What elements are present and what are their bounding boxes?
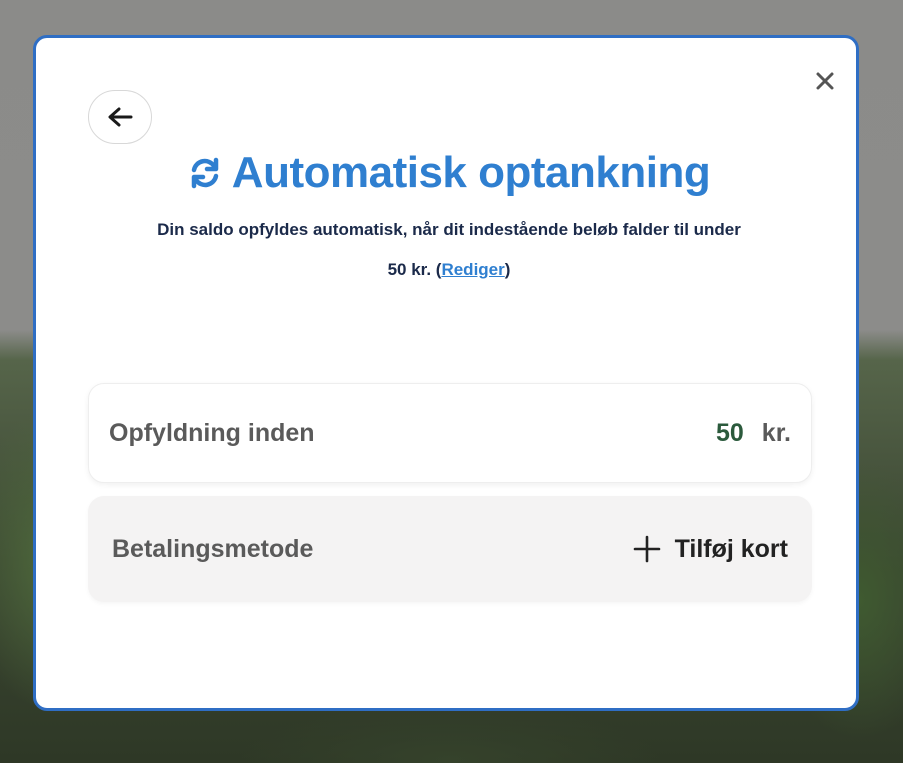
- threshold-card: Opfyldning inden 50 kr.: [88, 383, 812, 483]
- refresh-icon: [191, 157, 219, 189]
- payment-method-card: Betalingsmetode Tilføj kort: [88, 496, 812, 602]
- description-text: Din saldo opfyldes automatisk, når dit i…: [157, 220, 741, 239]
- close-icon: [816, 72, 834, 90]
- back-button[interactable]: [88, 90, 152, 144]
- threshold-value-input[interactable]: 50: [716, 419, 744, 448]
- page-title: Automatisk optankning: [231, 148, 711, 197]
- description-amount: 50 kr. (: [387, 260, 442, 279]
- description-close-paren: ): [504, 260, 511, 279]
- payment-method-label: Betalingsmetode: [112, 534, 314, 563]
- threshold-unit: kr.: [761, 418, 791, 447]
- add-card-label: Tilføj kort: [674, 534, 788, 563]
- close-button[interactable]: [810, 66, 840, 96]
- plus-icon: [633, 535, 660, 563]
- description-amount-line: 50 kr. (Rediger): [36, 260, 862, 280]
- title-row: Automatisk optankning: [36, 148, 862, 198]
- arrow-left-icon: [108, 107, 133, 127]
- threshold-amount: 50 kr.: [716, 419, 791, 448]
- add-card-button[interactable]: Tilføj kort: [633, 535, 788, 564]
- auto-topup-dialog: Automatisk optankning Din saldo opfyldes…: [33, 35, 859, 711]
- edit-link[interactable]: Rediger: [441, 260, 504, 279]
- threshold-label: Opfyldning inden: [109, 418, 315, 447]
